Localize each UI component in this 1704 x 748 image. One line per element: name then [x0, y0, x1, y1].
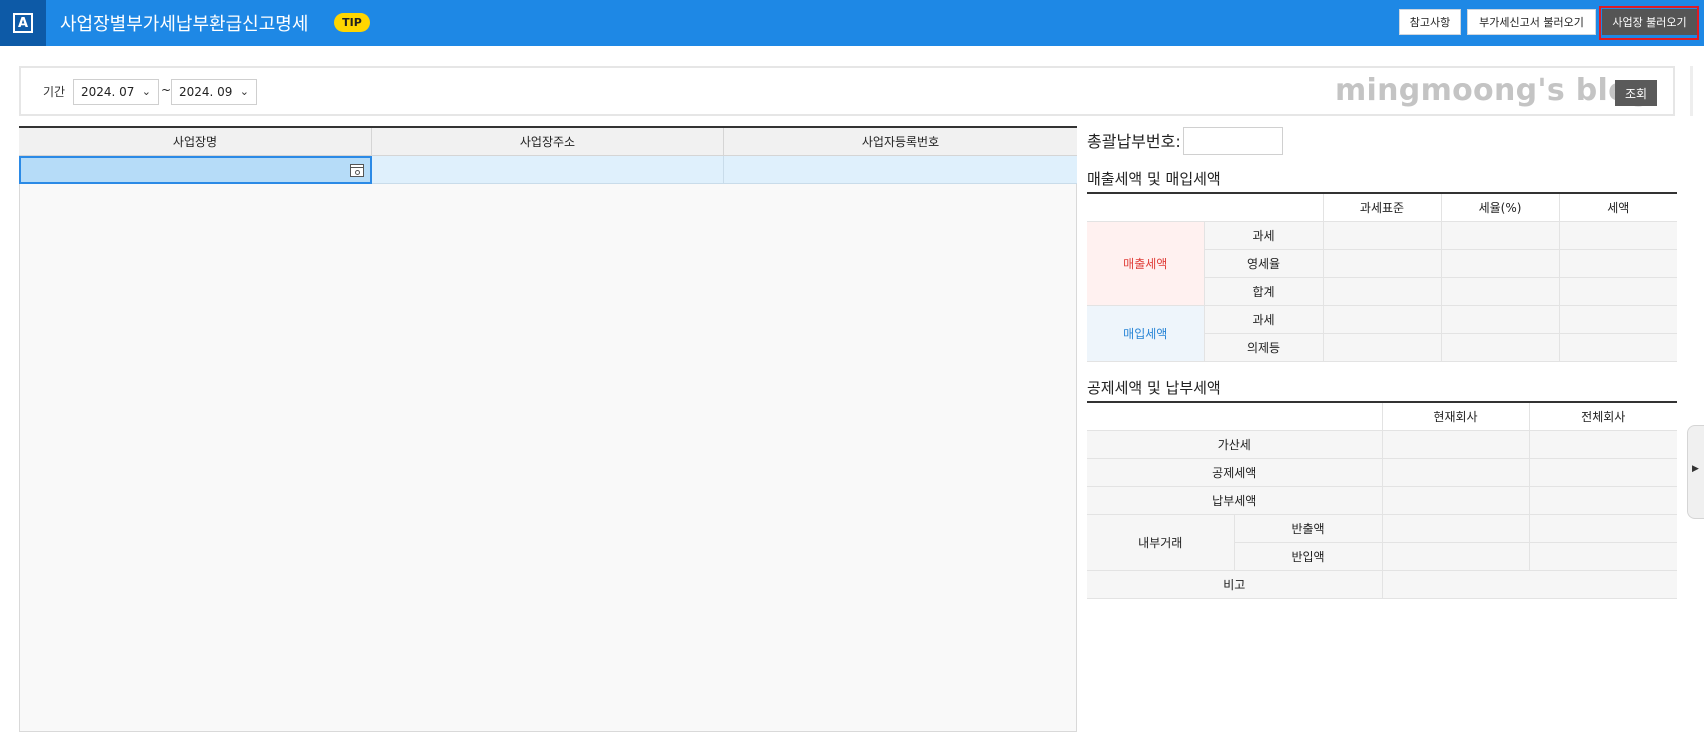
column-header-business-name[interactable]: 사업장명	[19, 128, 372, 156]
value-cell[interactable]	[1529, 542, 1677, 571]
value-cell[interactable]	[1382, 542, 1530, 571]
header-current-company: 현재회사	[1382, 402, 1530, 431]
period-to-value: 2024. 09	[179, 85, 233, 99]
table-row: 매입세액 과세	[1087, 305, 1677, 362]
value-cell[interactable]	[1323, 277, 1442, 306]
page-title: 사업장별부가세납부환급신고명세	[60, 14, 309, 35]
app-header: A 사업장별부가세납부환급신고명세 TIP 참고사항 부가세신고서 불러오기 사…	[0, 0, 1704, 46]
table-row: 가산세	[1087, 430, 1677, 459]
registration-number-cell[interactable]	[724, 156, 1077, 184]
deduction-payment-table: 현재회사 전체회사 가산세 공제세액 납부세액 내부거래 반출액 반입액 비고	[1087, 401, 1677, 599]
value-cell[interactable]	[1529, 430, 1677, 459]
business-grid: 사업장명 사업장주소 사업자등록번호	[19, 126, 1077, 732]
row-label: 가산세	[1087, 430, 1383, 459]
row-label: 과세	[1204, 221, 1324, 250]
app-logo-icon: A	[13, 13, 33, 33]
highlight-frame	[1599, 6, 1699, 40]
value-cell[interactable]	[1559, 305, 1677, 334]
row-label: 납부세액	[1087, 486, 1383, 515]
header-blank	[1087, 402, 1383, 431]
chevron-down-icon: ⌄	[239, 85, 249, 98]
value-cell[interactable]	[1323, 333, 1442, 362]
row-label: 반입액	[1234, 542, 1383, 571]
period-from-select[interactable]: 2024. 07 ⌄	[73, 79, 159, 105]
internal-transaction-group-label: 내부거래	[1087, 514, 1235, 571]
row-label: 영세율	[1204, 249, 1324, 278]
column-header-business-address[interactable]: 사업장주소	[372, 128, 724, 156]
caret-right-icon: ▶	[1692, 464, 1699, 474]
table-header-row: 현재회사 전체회사	[1087, 402, 1677, 431]
value-cell[interactable]	[1559, 249, 1677, 278]
watermark-text: mingmoong's blog	[1335, 73, 1651, 108]
value-cell[interactable]	[1323, 249, 1442, 278]
app-logo[interactable]: A	[0, 0, 46, 46]
value-cell[interactable]	[1441, 277, 1560, 306]
header-tax-amount: 세액	[1559, 193, 1677, 222]
period-from-value: 2024. 07	[81, 85, 135, 99]
value-cell[interactable]	[1559, 333, 1677, 362]
value-cell[interactable]	[1529, 514, 1677, 543]
period-label: 기간	[43, 85, 66, 99]
table-header-row: 과세표준 세율(%) 세액	[1087, 193, 1677, 222]
scrollbar[interactable]	[1690, 66, 1693, 116]
row-label: 의제등	[1204, 333, 1324, 362]
header-tax-rate: 세율(%)	[1441, 193, 1560, 222]
load-vat-return-button[interactable]: 부가세신고서 불러오기	[1467, 9, 1596, 35]
header-blank	[1087, 193, 1324, 222]
row-label: 합계	[1204, 277, 1324, 306]
grid-header: 사업장명 사업장주소 사업자등록번호	[19, 126, 1077, 156]
business-address-cell[interactable]	[372, 156, 724, 184]
row-label: 공제세액	[1087, 458, 1383, 487]
value-cell[interactable]	[1441, 333, 1560, 362]
header-all-companies: 전체회사	[1529, 402, 1677, 431]
sales-purchase-title: 매출세액 및 매입세액	[1087, 170, 1221, 188]
row-label: 반출액	[1234, 514, 1383, 543]
header-tax-base: 과세표준	[1323, 193, 1442, 222]
filter-bar: 기간 2024. 07 ⌄ ~ 2024. 09 ⌄ mingmoong's b…	[19, 66, 1675, 116]
reference-button[interactable]: 참고사항	[1399, 9, 1461, 35]
table-row: 공제세액	[1087, 458, 1677, 487]
value-cell[interactable]	[1559, 277, 1677, 306]
value-cell[interactable]	[1382, 514, 1530, 543]
side-panel-toggle[interactable]: ▶	[1687, 425, 1704, 519]
deduction-payment-title: 공제세액 및 납부세액	[1087, 379, 1221, 397]
lookup-icon[interactable]	[350, 164, 364, 177]
total-payment-label: 총괄납부번호:	[1087, 132, 1181, 151]
table-row[interactable]	[19, 156, 1077, 184]
value-cell[interactable]	[1441, 221, 1560, 250]
business-name-cell[interactable]	[19, 156, 372, 184]
value-cell[interactable]	[1382, 458, 1530, 487]
value-cell[interactable]	[1382, 486, 1530, 515]
value-cell[interactable]	[1382, 430, 1530, 459]
table-row: 비고	[1087, 570, 1677, 599]
chevron-down-icon: ⌄	[141, 85, 151, 98]
remarks-cell[interactable]	[1382, 570, 1677, 599]
table-row: 매출세액 과세	[1087, 221, 1677, 306]
tip-badge[interactable]: TIP	[334, 13, 370, 32]
period-separator: ~	[161, 83, 172, 97]
sales-tax-group-label: 매출세액	[1087, 221, 1205, 306]
purchase-tax-group-label: 매입세액	[1087, 305, 1205, 362]
value-cell[interactable]	[1441, 249, 1560, 278]
row-label: 비고	[1087, 570, 1383, 599]
column-header-registration-number[interactable]: 사업자등록번호	[724, 128, 1077, 156]
value-cell[interactable]	[1441, 305, 1560, 334]
row-label: 과세	[1204, 305, 1324, 334]
table-row: 납부세액	[1087, 486, 1677, 515]
period-to-select[interactable]: 2024. 09 ⌄	[171, 79, 257, 105]
value-cell[interactable]	[1529, 458, 1677, 487]
value-cell[interactable]	[1559, 221, 1677, 250]
value-cell[interactable]	[1323, 221, 1442, 250]
search-button[interactable]: 조회	[1615, 80, 1657, 106]
value-cell[interactable]	[1323, 305, 1442, 334]
value-cell[interactable]	[1529, 486, 1677, 515]
sales-purchase-table: 과세표준 세율(%) 세액 매출세액 과세 영세율 합계 매입세액 과세 의제등	[1087, 192, 1677, 362]
table-row: 내부거래 반출액	[1087, 514, 1677, 571]
total-payment-input[interactable]	[1183, 127, 1283, 155]
